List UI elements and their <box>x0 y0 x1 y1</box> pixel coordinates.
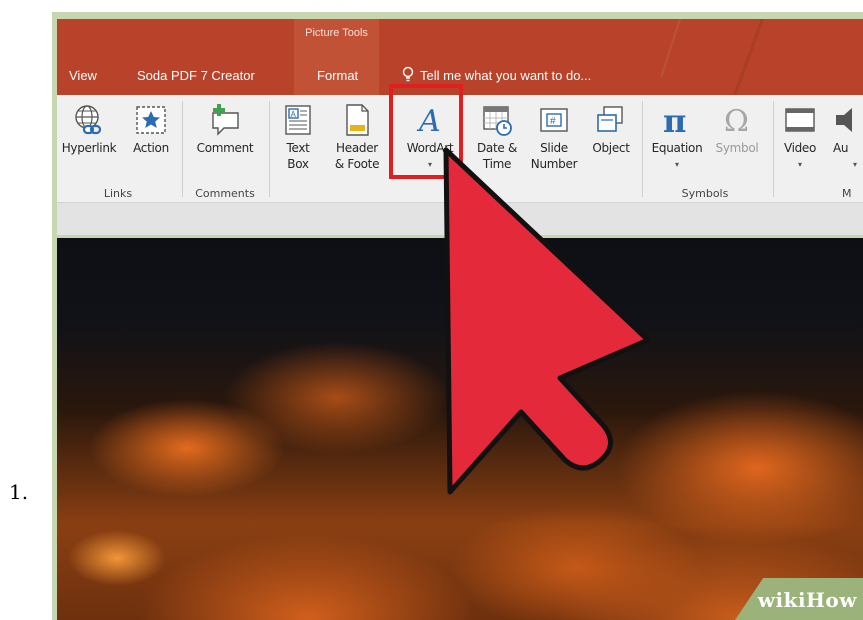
picture-tools-title: Picture Tools <box>305 27 368 39</box>
action-button[interactable]: Action <box>123 95 179 175</box>
date-time-label-line2: Time <box>482 157 512 171</box>
text-box-icon: A <box>285 105 311 135</box>
text-box-button[interactable]: A Text Box <box>275 95 321 175</box>
svg-text:π: π <box>663 103 686 137</box>
picture-tools-header: Picture Tools <box>294 19 379 61</box>
lightbulb-icon <box>402 66 414 82</box>
slide-number-button[interactable]: # Slide Number <box>525 95 583 175</box>
equation-label: Equation <box>651 141 703 155</box>
header-footer-label-line2: & Foote <box>334 157 380 171</box>
wikihow-watermark-text: wikiHow <box>757 588 857 612</box>
step-number: 1. <box>9 480 29 504</box>
comment-label: Comment <box>196 141 254 155</box>
header-footer-label: Header & Foote <box>325 140 389 172</box>
date-time-label-line1: Date & <box>476 141 518 155</box>
text-box-label-line2: Box <box>287 157 309 171</box>
object-icon <box>597 106 623 132</box>
audio-dropdown-arrow[interactable]: ▾ <box>853 157 857 173</box>
svg-text:A: A <box>291 110 297 119</box>
header-footer-label-line1: Header <box>336 141 378 155</box>
group-label-media: M <box>842 187 852 200</box>
date-time-label: Date & Time <box>467 140 527 172</box>
text-box-label-line1: Text <box>286 141 310 155</box>
wordart-highlight-box <box>389 84 463 179</box>
symbol-button[interactable]: Ω Symbol <box>709 95 765 175</box>
symbol-label: Symbol <box>715 141 759 155</box>
omega-symbol-icon: Ω <box>724 104 749 137</box>
slide-number-label-line2: Number <box>530 157 578 171</box>
header-footer-button[interactable]: Header & Foote <box>325 95 389 175</box>
equation-button[interactable]: π Equation ▾ <box>645 95 709 175</box>
header-footer-icon <box>346 104 369 136</box>
slide-cloud-image: wikiHow <box>57 238 863 620</box>
text-box-label: Text Box <box>275 140 321 172</box>
action-label: Action <box>133 141 169 155</box>
date-time-icon <box>483 106 512 136</box>
slide-number-label-line1: Slide <box>540 141 568 155</box>
svg-text:Ω: Ω <box>724 104 749 137</box>
tab-view[interactable]: View <box>69 68 97 83</box>
audio-button[interactable]: Au ▾ <box>829 95 863 175</box>
action-star-icon <box>136 106 166 134</box>
speaker-icon <box>836 108 852 132</box>
object-button[interactable]: Object <box>583 95 639 175</box>
tell-me-search[interactable]: Tell me what you want to do... <box>420 68 591 83</box>
slide-number-label: Slide Number <box>525 140 583 172</box>
pi-equation-icon: π <box>663 103 686 137</box>
group-separator <box>182 101 183 197</box>
hyperlink-icon <box>75 105 102 135</box>
video-dropdown-arrow[interactable]: ▾ <box>798 157 802 173</box>
video-icon <box>785 108 815 132</box>
video-label: Video <box>783 141 817 155</box>
hyperlink-button[interactable]: Hyperlink <box>57 95 121 175</box>
group-separator <box>773 101 774 197</box>
date-time-button[interactable]: Date & Time <box>467 95 527 175</box>
group-label-symbols: Symbols <box>681 187 729 200</box>
wikihow-watermark: wikiHow <box>735 578 863 620</box>
svg-text:#: # <box>550 116 556 127</box>
video-button[interactable]: Video ▾ <box>777 95 823 175</box>
tab-soda-pdf-creator[interactable]: Soda PDF 7 Creator <box>137 68 255 83</box>
audio-label: Au <box>833 141 849 155</box>
comment-icon <box>212 104 239 136</box>
group-label-links: Links <box>103 187 133 200</box>
group-label-comments: Comments <box>195 187 255 200</box>
ribbon-bottom-strip <box>57 203 863 235</box>
slide-number-icon: # <box>540 108 568 132</box>
group-separator <box>642 101 643 197</box>
tab-format[interactable]: Format <box>317 68 358 83</box>
group-label-text: T <box>453 187 461 200</box>
group-separator <box>269 101 270 197</box>
hyperlink-label: Hyperlink <box>61 141 117 155</box>
comment-button[interactable]: Comment <box>185 95 265 175</box>
object-label: Object <box>592 141 630 155</box>
equation-dropdown-arrow[interactable]: ▾ <box>675 157 679 173</box>
